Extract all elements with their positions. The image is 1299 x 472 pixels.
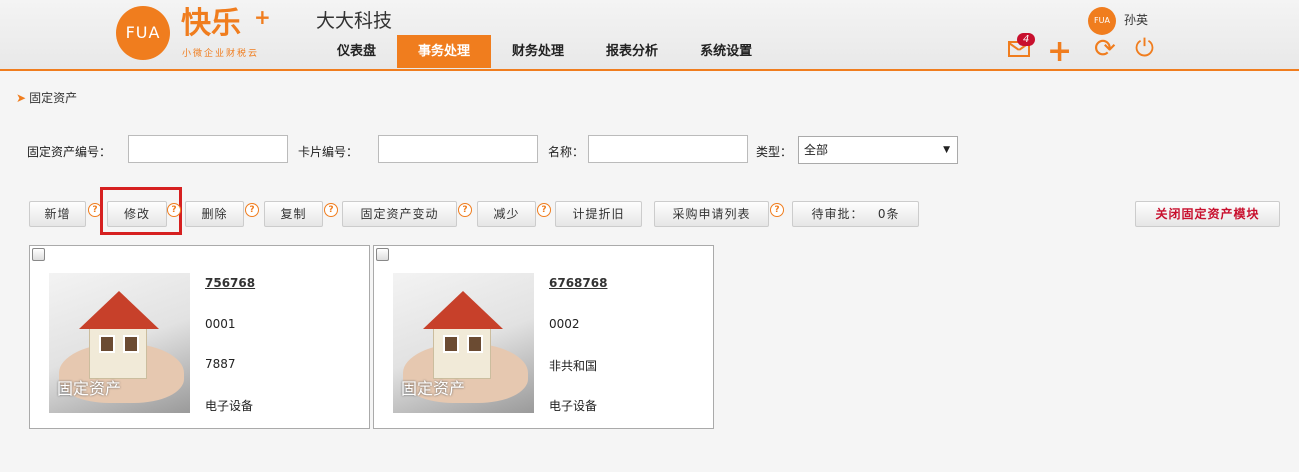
help-icon[interactable]: ? bbox=[167, 203, 181, 217]
house-window-shape bbox=[123, 335, 139, 353]
nav-finance[interactable]: 财务处理 bbox=[491, 35, 585, 68]
help-icon[interactable]: ? bbox=[324, 203, 338, 217]
help-icon[interactable]: ? bbox=[458, 203, 472, 217]
asset-card[interactable]: 固定资产 6768768 0002 非共和国 电子设备 bbox=[373, 245, 714, 429]
name-input[interactable] bbox=[588, 135, 748, 163]
purchase-request-list-button[interactable]: 采购申请列表 bbox=[654, 201, 769, 227]
house-roof-shape bbox=[423, 291, 503, 329]
house-window-shape bbox=[99, 335, 115, 353]
reduce-button[interactable]: 减少 bbox=[477, 201, 536, 227]
type-select-value: 全部 bbox=[804, 143, 829, 157]
help-icon[interactable]: ? bbox=[245, 203, 259, 217]
asset-no-label: 固定资产编号： bbox=[27, 145, 112, 159]
avatar[interactable]: FUA bbox=[1088, 7, 1116, 35]
company-name: 大大科技 bbox=[316, 10, 393, 32]
delete-button[interactable]: 删除 bbox=[185, 201, 244, 227]
asset-change-button[interactable]: 固定资产变动 bbox=[342, 201, 457, 227]
card-no-label: 卡片编号： bbox=[298, 145, 359, 159]
breadcrumb: ➤ 固定资产 bbox=[16, 89, 77, 106]
asset-card[interactable]: 固定资产 756768 0001 7887 电子设备 bbox=[29, 245, 370, 429]
asset-type: 电子设备 bbox=[205, 399, 254, 413]
name-label: 名称： bbox=[548, 145, 585, 159]
asset-image-caption: 固定资产 bbox=[57, 379, 122, 398]
username[interactable]: 孙英 bbox=[1124, 11, 1148, 28]
add-button[interactable]: 新增 bbox=[29, 201, 86, 227]
pending-approval-button[interactable]: 待审批： 0条 bbox=[792, 201, 919, 227]
type-select[interactable]: 全部 ▼ bbox=[798, 136, 958, 164]
asset-image-caption: 固定资产 bbox=[401, 379, 466, 398]
refresh-icon[interactable]: ⟳ bbox=[1094, 34, 1116, 64]
house-roof-shape bbox=[79, 291, 159, 329]
type-label: 类型： bbox=[756, 145, 793, 159]
depreciation-button[interactable]: 计提折旧 bbox=[555, 201, 642, 227]
logo-slogan: 小微企业财税云 bbox=[182, 49, 260, 59]
logo-plus: + bbox=[254, 5, 271, 29]
pending-count: 0条 bbox=[877, 207, 900, 221]
help-icon[interactable]: ? bbox=[770, 203, 784, 217]
asset-card-no: 0001 bbox=[205, 317, 236, 331]
main-nav: 仪表盘 事务处理 财务处理 报表分析 系统设置 bbox=[316, 35, 773, 68]
help-icon[interactable]: ? bbox=[537, 203, 551, 217]
asset-code-link[interactable]: 756768 bbox=[205, 276, 255, 290]
close-asset-module-button[interactable]: 关闭固定资产模块 bbox=[1135, 201, 1280, 227]
asset-image: 固定资产 bbox=[393, 273, 534, 413]
house-window-shape bbox=[467, 335, 483, 353]
card-no-input[interactable] bbox=[378, 135, 538, 163]
logo-text: 快乐 bbox=[181, 6, 241, 41]
house-window-shape bbox=[443, 335, 459, 353]
breadcrumb-arrow-icon: ➤ bbox=[16, 91, 27, 105]
card-checkbox[interactable] bbox=[376, 248, 389, 261]
nav-dashboard[interactable]: 仪表盘 bbox=[316, 35, 397, 68]
nav-transactions[interactable]: 事务处理 bbox=[397, 35, 492, 68]
asset-name: 非共和国 bbox=[549, 359, 598, 373]
nav-reports[interactable]: 报表分析 bbox=[585, 35, 679, 68]
asset-image: 固定资产 bbox=[49, 273, 190, 413]
asset-code-link[interactable]: 6768768 bbox=[549, 276, 607, 290]
nav-settings[interactable]: 系统设置 bbox=[679, 35, 773, 68]
breadcrumb-label: 固定资产 bbox=[29, 91, 78, 105]
logo-mark: FUA bbox=[116, 6, 170, 60]
asset-card-no: 0002 bbox=[549, 317, 580, 331]
pending-label: 待审批： bbox=[811, 207, 864, 221]
message-count-badge: 4 bbox=[1017, 33, 1036, 46]
asset-no-input[interactable] bbox=[128, 135, 288, 163]
asset-name: 7887 bbox=[205, 357, 236, 371]
asset-type: 电子设备 bbox=[549, 399, 598, 413]
add-icon[interactable]: + bbox=[1047, 34, 1072, 69]
app-header: FUA 快乐 + 小微企业财税云 大大科技 仪表盘 事务处理 财务处理 报表分析… bbox=[0, 0, 1299, 71]
caret-down-icon: ▼ bbox=[943, 145, 950, 155]
card-checkbox[interactable] bbox=[32, 248, 45, 261]
power-icon[interactable]: ⏻ bbox=[1135, 34, 1154, 62]
copy-button[interactable]: 复制 bbox=[264, 201, 323, 227]
